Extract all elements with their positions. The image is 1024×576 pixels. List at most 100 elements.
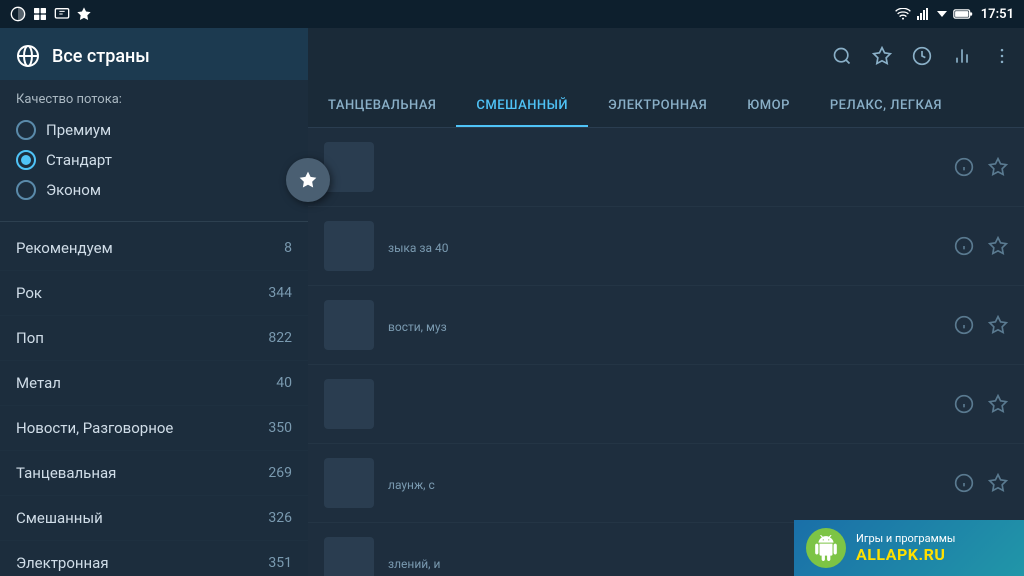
- fav-icon-3[interactable]: [988, 315, 1008, 335]
- menu-item-metal-label: Метал: [16, 374, 61, 392]
- quality-standard[interactable]: Стандарт: [16, 145, 292, 175]
- station-thumb-6: [324, 537, 374, 576]
- info-icon-3[interactable]: [954, 315, 974, 335]
- info-icon-5[interactable]: [954, 473, 974, 493]
- menu-item-dance-label: Танцевальная: [16, 464, 116, 482]
- star-icon[interactable]: [872, 46, 892, 66]
- menu-item-mixed-count: 326: [268, 510, 292, 526]
- quality-standard-label: Стандарт: [46, 151, 112, 169]
- station-actions-3: [954, 315, 1008, 335]
- menu-item-recommended-count: 8: [284, 240, 292, 256]
- menu-item-news-label: Новости, Разговорное: [16, 419, 173, 437]
- menu-item-rock[interactable]: Рок 344: [0, 271, 308, 316]
- fav-icon-5[interactable]: [988, 473, 1008, 493]
- station-actions-2: [954, 236, 1008, 256]
- menu-list[interactable]: Рекомендуем 8 Рок 344 Поп 822 Метал 40 Н…: [0, 226, 308, 576]
- status-bar-left: [10, 6, 92, 22]
- divider: [0, 221, 308, 222]
- radio-circle-standard: [16, 150, 36, 170]
- main-container: Все страны Качество потока: Премиум Стан…: [0, 28, 1024, 576]
- tab-relax[interactable]: РЕЛАКС, ЛЕГКАЯ: [810, 84, 962, 127]
- menu-item-mixed-label: Смешанный: [16, 509, 103, 527]
- toolbar: [308, 28, 1024, 84]
- sidebar-header: Все страны: [0, 28, 308, 80]
- quality-label: Качество потока:: [16, 92, 292, 107]
- stations-list[interactable]: зыка за 40 вости, муз: [308, 128, 1024, 576]
- info-icon-4[interactable]: [954, 394, 974, 414]
- app-icon-2: [32, 6, 48, 22]
- menu-item-pop-label: Поп: [16, 329, 44, 347]
- menu-item-electronic-label: Электронная: [16, 554, 109, 572]
- quality-section: Качество потока: Премиум Стандарт Эконом: [0, 80, 308, 217]
- quality-premium[interactable]: Премиум: [16, 115, 292, 145]
- station-info-2: зыка за 40: [388, 238, 954, 255]
- fav-icon-1[interactable]: [988, 157, 1008, 177]
- radio-circle-premium: [16, 120, 36, 140]
- time-display: 17:51: [981, 7, 1014, 22]
- station-thumb-5: [324, 458, 374, 508]
- quality-premium-label: Премиум: [46, 121, 111, 139]
- menu-item-mixed[interactable]: Смешанный 326: [0, 496, 308, 541]
- clock-icon[interactable]: [912, 46, 932, 66]
- menu-item-dance[interactable]: Танцевальная 269: [0, 451, 308, 496]
- station-item-4[interactable]: [308, 365, 1024, 444]
- menu-item-electronic-count: 351: [268, 555, 292, 571]
- station-item-5[interactable]: лаунж, с: [308, 444, 1024, 523]
- menu-item-rock-count: 344: [268, 285, 292, 301]
- fav-icon-4[interactable]: [988, 394, 1008, 414]
- status-bar: 17:51: [0, 0, 1024, 28]
- station-info-1: [388, 166, 954, 169]
- station-info-5: лаунж, с: [388, 475, 954, 492]
- status-bar-right: 17:51: [895, 7, 1014, 22]
- chart-icon[interactable]: [952, 46, 972, 66]
- watermark-text: Игры и программы ALLAPK.RU: [856, 532, 955, 564]
- sidebar: Все страны Качество потока: Премиум Стан…: [0, 28, 308, 576]
- quality-economy[interactable]: Эконом: [16, 175, 292, 205]
- menu-item-recommended[interactable]: Рекомендуем 8: [0, 226, 308, 271]
- star-fab-icon: [298, 170, 318, 190]
- star-fab-button[interactable]: [286, 158, 330, 202]
- tab-dance[interactable]: ТАНЦЕВАЛЬНАЯ: [308, 84, 456, 127]
- tab-electronic[interactable]: ЭЛЕКТРОННАЯ: [588, 84, 727, 127]
- more-icon[interactable]: [992, 46, 1012, 66]
- search-icon[interactable]: [832, 46, 852, 66]
- station-desc-5: лаунж, с: [388, 478, 954, 492]
- fav-icon-2[interactable]: [988, 236, 1008, 256]
- station-thumb-2: [324, 221, 374, 271]
- watermark-logo: [806, 528, 846, 568]
- tab-mixed[interactable]: СМЕШАННЫЙ: [456, 84, 588, 127]
- menu-item-news[interactable]: Новости, Разговорное 350: [0, 406, 308, 451]
- station-thumb-1: [324, 142, 374, 192]
- menu-item-pop[interactable]: Поп 822: [0, 316, 308, 361]
- menu-item-dance-count: 269: [268, 465, 292, 481]
- info-icon-1[interactable]: [954, 157, 974, 177]
- station-desc-2: зыка за 40: [388, 241, 954, 255]
- station-item-2[interactable]: зыка за 40: [308, 207, 1024, 286]
- menu-item-electronic[interactable]: Электронная 351: [0, 541, 308, 576]
- menu-item-metal-count: 40: [276, 375, 292, 391]
- wifi-icon: [895, 8, 911, 20]
- battery-icon: [953, 8, 973, 20]
- info-icon-2[interactable]: [954, 236, 974, 256]
- globe-icon: [16, 44, 40, 68]
- menu-item-news-count: 350: [268, 420, 292, 436]
- station-thumb-4: [324, 379, 374, 429]
- app-icon-1: [10, 6, 26, 22]
- signal-icon: [917, 8, 931, 20]
- menu-item-recommended-label: Рекомендуем: [16, 239, 113, 257]
- menu-item-pop-count: 822: [268, 330, 292, 346]
- station-info-3: вости, муз: [388, 317, 954, 334]
- station-item-1[interactable]: [308, 128, 1024, 207]
- arrow-down-icon: [937, 9, 947, 19]
- radio-circle-economy: [16, 180, 36, 200]
- watermark: Игры и программы ALLAPK.RU: [794, 520, 1024, 576]
- watermark-line2: ALLAPK.RU: [856, 545, 955, 564]
- content-area: ТАНЦЕВАЛЬНАЯ СМЕШАННЫЙ ЭЛЕКТРОННАЯ ЮМОР …: [308, 28, 1024, 576]
- quality-economy-label: Эконом: [46, 181, 101, 199]
- station-item-3[interactable]: вости, муз: [308, 286, 1024, 365]
- menu-item-metal[interactable]: Метал 40: [0, 361, 308, 406]
- sidebar-title: Все страны: [52, 46, 150, 67]
- tab-humor[interactable]: ЮМОР: [727, 84, 810, 127]
- station-actions-5: [954, 473, 1008, 493]
- station-thumb-3: [324, 300, 374, 350]
